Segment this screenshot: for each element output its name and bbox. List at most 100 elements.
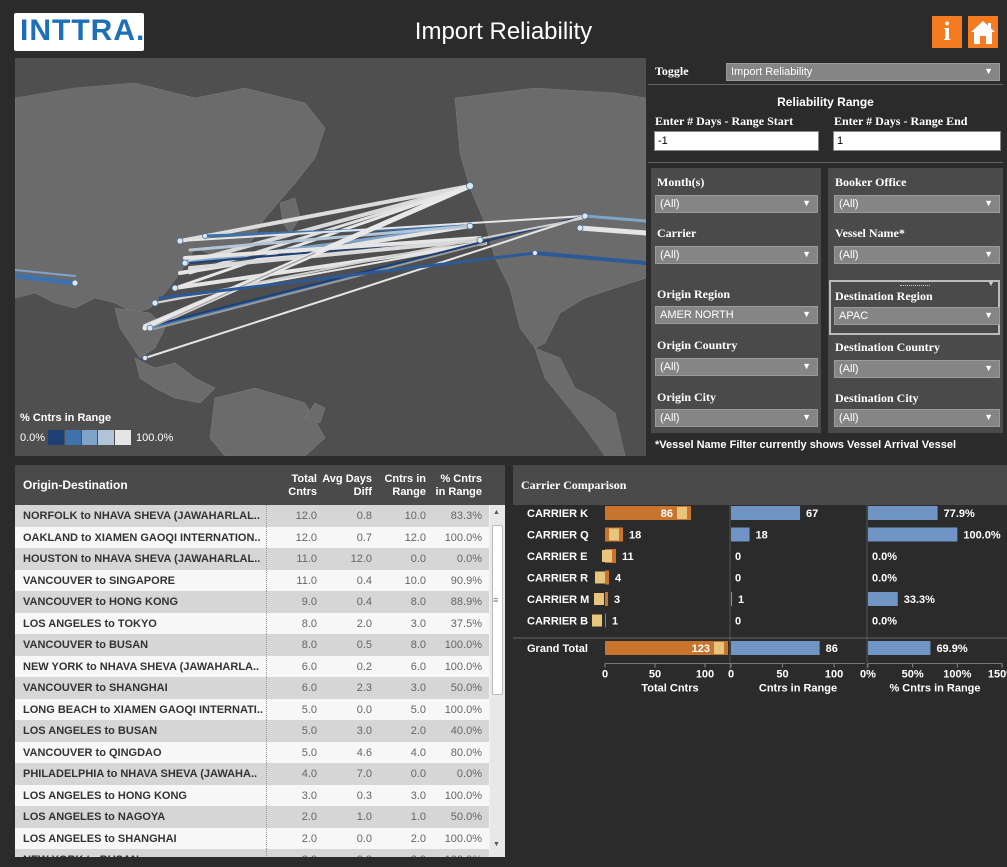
route-map[interactable] [15,58,646,456]
table-row[interactable]: VANCOUVER to SINGAPORE 11.0 0.4 10.0 90.9% [15,569,489,591]
total-cntrs-label: 1 [612,616,618,628]
col-pct-cntrs-in-range[interactable]: % Cntrs in Range [429,473,482,499]
table-row[interactable]: OAKLAND to XIAMEN GAOQI INTERNATION.. 12.… [15,526,489,548]
carrier-comparison-chart[interactable]: CARRIER K 86 67 77.9% CARRIER Q 18 18 100.0% CAR… [513,505,1007,735]
destination-city-label: Destination City [835,391,919,405]
in-range-label: 0 [735,551,741,563]
row-total-cntrs: 6.0 [301,682,317,694]
table-row[interactable]: NEW YORK to NHAVA SHEVA (JAWAHARLA.. 6.0 0… [15,655,489,677]
table-row[interactable]: LOS ANGELES to NAGOYA 2.0 1.0 1.0 50.0% [15,806,489,828]
row-name: LOS ANGELES to TOKYO [23,617,157,630]
carrier-name: CARRIER M [527,594,589,606]
row-cntrs-in-range: 2.0 [410,832,426,845]
total-cntrs-bar [605,570,609,585]
range-start-input[interactable]: -1 [654,131,819,151]
pct-in-range-label: 33.3% [904,594,935,606]
origin-region-dropdown[interactable]: AMER NORTH ▼ [655,306,818,324]
in-range-label: 0 [735,616,741,628]
total-cntrs-bar [605,613,606,628]
divider [648,162,1003,163]
row-name: OAKLAND to XIAMEN GAOQI INTERNATION.. [23,531,261,544]
total-cntrs-label: 123 [692,643,710,655]
vessel-name-dropdown[interactable]: (All) ▼ [834,246,1000,264]
origin-country-label: Origin Country [657,338,738,352]
col-origin-destination[interactable]: Origin-Destination [23,479,128,492]
destination-region-dropdown[interactable]: APAC ▼ [834,307,1000,325]
col-total-cntrs[interactable]: Total Cntrs [277,473,317,499]
column-divider [266,720,267,741]
in-range-label: 18 [756,530,768,542]
booker-office-dropdown[interactable]: (All) ▼ [834,195,1000,213]
row-avg-days-diff: 0.0 [320,854,372,857]
row-total-cntrs: 8.0 [301,639,317,651]
axis-label: Cntrs in Range [759,683,837,695]
total-cntrs-label: 11 [622,551,634,563]
home-button[interactable] [968,16,998,48]
scroll-up-icon[interactable]: ▲ [493,509,500,516]
carrier-chart-svg: CARRIER K 86 67 77.9%CARRIER Q 18 18 100.0%CAR… [513,505,1007,695]
row-name: LONG BEACH to XIAMEN GAOQI INTERNATI.. [23,703,263,716]
table-row[interactable]: NEW YORK to BUSAN2.00.02.0100.0% [15,849,489,857]
row-cntrs-in-range: 2.0 [375,854,426,857]
row-avg-days-diff: 2.3 [356,682,372,694]
carrier-dropdown[interactable]: (All) ▼ [655,246,818,264]
axis-tick-label: 50 [649,669,661,681]
table-row[interactable]: VANCOUVER to QINGDAO 5.0 4.6 4.0 80.0% [15,741,489,763]
col-cntrs-in-range[interactable]: Cntrs in Range [375,473,426,499]
row-cntrs-in-range: 3.0 [410,682,426,694]
grand-total-label: Grand Total [527,643,588,655]
table-scrollbar[interactable]: ▲ ≡ ▼ [490,505,505,857]
pct-in-range-label: 69.9% [936,643,967,655]
total-cntrs-label: 18 [629,530,641,542]
col-avg-days-diff[interactable]: Avg Days Diff [320,473,372,499]
row-total-cntrs: 2.0 [277,854,317,857]
carrier-comparison-title: Carrier Comparison [521,478,627,492]
row-avg-days-diff: 0.3 [356,789,372,802]
drag-handle[interactable] [900,281,930,286]
axis-tick-label: 50% [902,669,924,681]
chevron-down-icon[interactable]: ▼ [987,279,995,288]
column-divider [266,591,267,612]
chevron-down-icon: ▼ [984,198,993,208]
table-row[interactable]: LOS ANGELES to SHANGHAI 2.0 0.0 2.0 100.0% [15,827,489,849]
row-pct-in-range: 100.0% [429,854,482,857]
table-row[interactable]: LOS ANGELES to TOKYO 8.0 2.0 3.0 37.5% [15,612,489,634]
scroll-down-icon[interactable]: ▼ [493,841,500,848]
axis-tick-label: 150% [988,669,1007,681]
table-row[interactable]: HOUSTON to NHAVA SHEVA (JAWAHARLAL.. 11.0… [15,548,489,570]
row-cntrs-in-range: 4.0 [410,746,426,759]
pct-in-range-bar [868,592,898,606]
legend-swatch [48,430,64,445]
table-row[interactable]: VANCOUVER to SHANGHAI 6.0 2.3 3.0 50.0% [15,677,489,699]
map-canvas [15,82,646,456]
months-dropdown[interactable]: (All) ▼ [655,195,818,213]
range-end-input[interactable]: 1 [833,131,1001,151]
origin-city-dropdown[interactable]: (All) ▼ [655,409,818,427]
table-row[interactable]: VANCOUVER to HONG KONG 9.0 0.4 8.0 88.9% [15,591,489,613]
box-icon [714,642,724,654]
toggle-dropdown[interactable]: Import Reliability ▼ [726,63,1000,81]
destination-city-dropdown[interactable]: (All) ▼ [834,409,1000,427]
chevron-down-icon: ▼ [984,310,993,320]
row-avg-days-diff: 0.8 [356,510,372,522]
in-range-bar [731,641,820,655]
chevron-down-icon: ▼ [802,249,811,259]
row-avg-days-diff: 0.7 [356,531,372,544]
row-pct-in-range: 0.0% [456,768,482,780]
table-row[interactable]: LOS ANGELES to BUSAN 5.0 3.0 2.0 40.0% [15,720,489,742]
row-pct-in-range: 100.0% [444,660,482,673]
table-row[interactable]: LONG BEACH to XIAMEN GAOQI INTERNATI.. 5.… [15,698,489,720]
table-row[interactable]: PHILADELPHIA to NHAVA SHEVA (JAWAHA.. 4.0… [15,763,489,785]
table-row[interactable]: LOS ANGELES to HONG KONG 3.0 0.3 3.0 100.0% [15,784,489,806]
origin-destination-table[interactable]: Origin-Destination Total Cntrs Avg Days Di… [15,465,505,857]
pct-in-range-bar [868,527,958,542]
table-row[interactable]: NORFOLK to NHAVA SHEVA (JAWAHARLAL.. 12.0… [15,505,489,527]
destination-country-dropdown[interactable]: (All) ▼ [834,360,1000,378]
map-legend-min: 0.0% [20,432,46,444]
pct-in-range-label: 100.0% [963,530,1001,542]
table-row[interactable]: VANCOUVER to BUSAN 8.0 0.5 8.0 100.0% [15,634,489,656]
origin-country-dropdown[interactable]: (All) ▼ [655,358,818,376]
booker-office-label: Booker Office [835,175,907,189]
info-button[interactable]: i [932,16,962,48]
scroll-thumb[interactable] [492,525,503,695]
